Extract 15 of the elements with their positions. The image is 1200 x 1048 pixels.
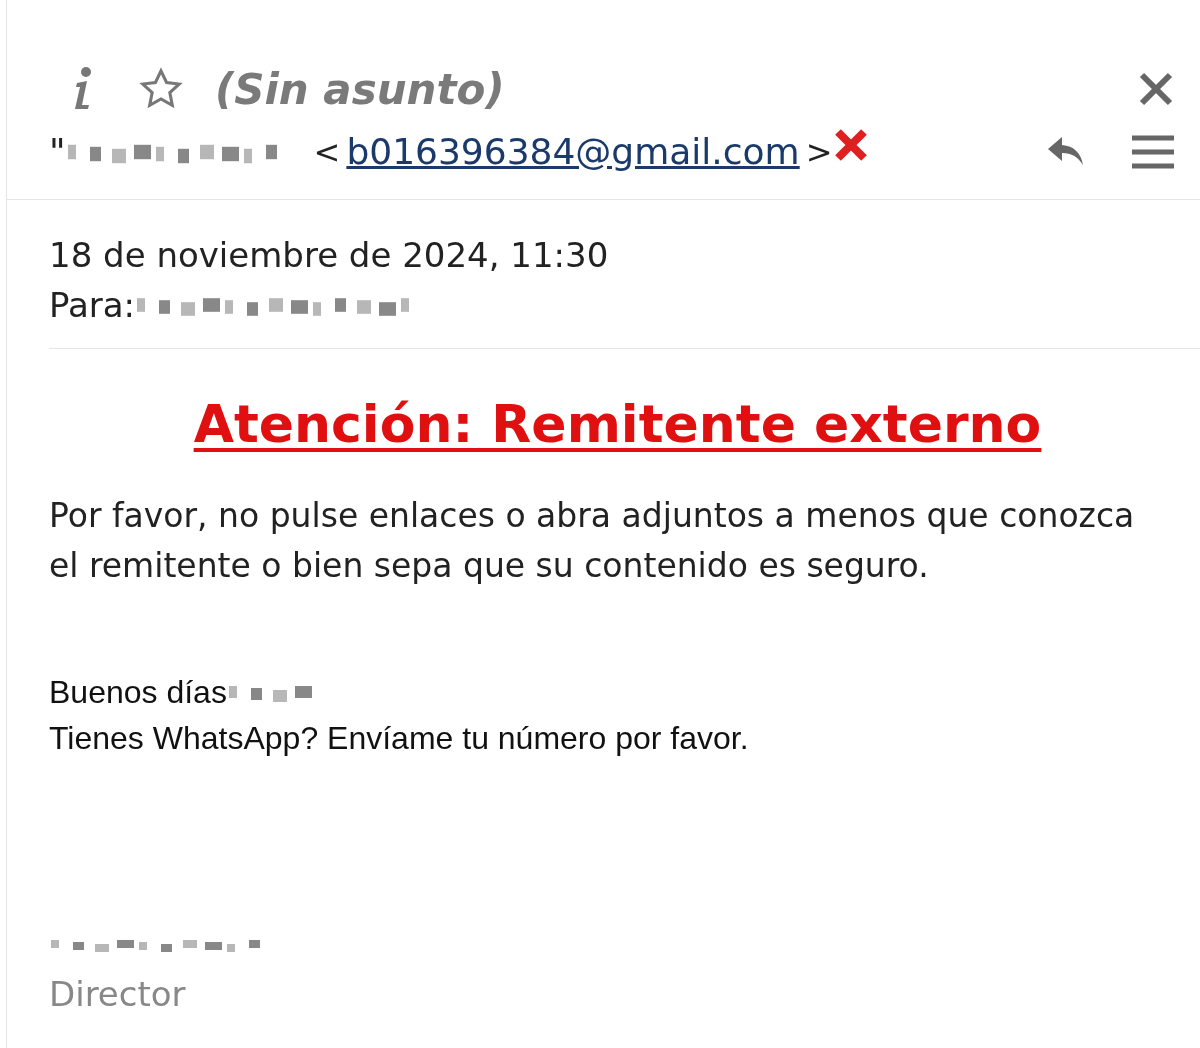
menu-icon[interactable] <box>1132 134 1174 169</box>
warning-heading: Atención: Remitente externo <box>193 393 1042 456</box>
quote-mark: " <box>49 129 66 174</box>
cross-mark-icon <box>832 126 869 163</box>
greeting-text: Buenos días <box>49 673 227 712</box>
recipient-label: Para: <box>49 284 136 327</box>
warning-text: Por favor, no pulse enlaces o abra adjuntos a menos que conozca el remitente o bien sepa que su contenido es seguro. <box>49 495 1136 587</box>
email-date: 18 de noviembre de 2024, 11:30 <box>49 234 609 277</box>
sender-email-link[interactable]: b016396384@gmail.com <box>346 124 800 179</box>
close-icon[interactable] <box>1138 71 1174 107</box>
signature-role: Director <box>49 973 186 1016</box>
close-bracket: > <box>805 131 833 173</box>
open-bracket: < <box>313 131 341 173</box>
message-text: Tienes WhatsApp? Envíame tu número por favor. <box>49 719 749 758</box>
email-subject: (Sin asunto) <box>215 63 505 116</box>
